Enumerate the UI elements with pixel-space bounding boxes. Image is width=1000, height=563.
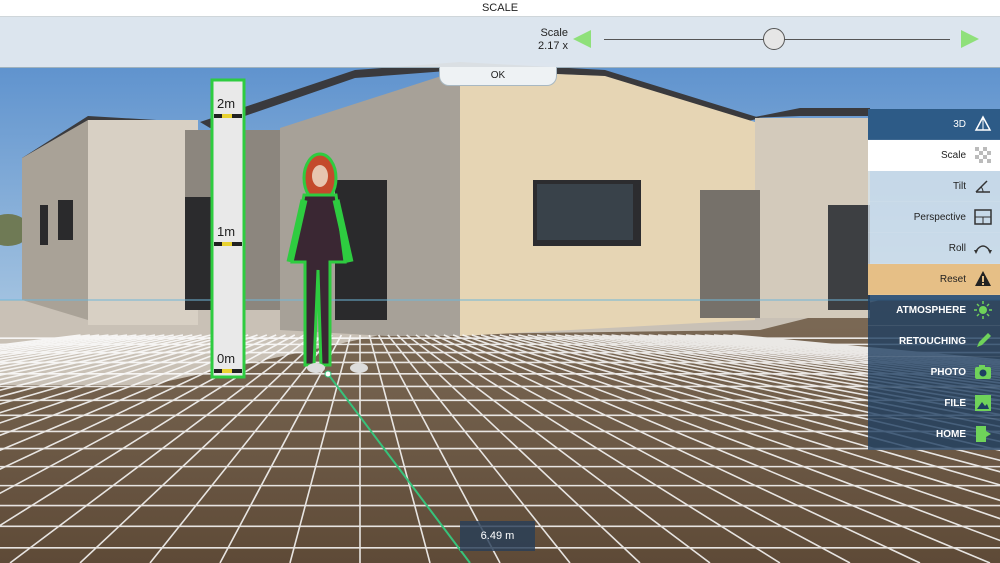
tool-tilt[interactable]: Tilt (868, 171, 1000, 202)
scale-label: Scale (540, 27, 568, 39)
pole-mark-2m: 2m (217, 96, 236, 111)
menu-home[interactable]: HOME (868, 419, 1000, 450)
camera-icon (974, 363, 992, 381)
pole-mark-1m: 1m (217, 224, 236, 239)
pole-mark-0m: 0m (217, 351, 236, 366)
menu-atmosphere[interactable]: ATMOSPHERE (868, 295, 1000, 326)
menu-label: RETOUCHING (898, 335, 966, 347)
tool-label: Tilt (953, 180, 966, 192)
mode-title-bar: SCALE (0, 0, 1000, 17)
tool-label: Scale (940, 149, 966, 161)
3d-axes-icon (974, 115, 992, 133)
tool-reset[interactable]: Reset (868, 264, 1000, 295)
page-title: SCALE (481, 2, 519, 14)
warning-icon (974, 270, 992, 288)
triangle-left-icon[interactable] (573, 30, 591, 48)
menu-label: FILE (944, 397, 966, 409)
triangle-right-icon[interactable] (961, 30, 979, 48)
roll-icon (974, 239, 992, 257)
tool-perspective[interactable]: Perspective (868, 202, 1000, 233)
tool-roll[interactable]: Roll (868, 233, 1000, 264)
ok-button[interactable]: OK (439, 67, 557, 86)
tool-scale[interactable]: Scale (868, 140, 1000, 171)
scale-control-bar: Scale 2.17 x (0, 17, 1000, 68)
distance-readout: 6.49 m (460, 521, 535, 551)
scale-checker-icon (974, 146, 992, 164)
tool-label: Perspective (913, 211, 966, 223)
tool-3d[interactable]: 3D (868, 109, 1000, 140)
menu-label: HOME (936, 428, 966, 440)
tilt-icon (974, 177, 992, 195)
menu-label: ATMOSPHERE (896, 304, 966, 316)
scale-slider-handle[interactable] (762, 28, 785, 50)
sun-icon (974, 301, 992, 319)
tool-panel: 3D Scale Tilt Perspective Roll Reset ATM… (868, 109, 1000, 450)
menu-photo[interactable]: PHOTO (868, 357, 1000, 388)
door-exit-icon (974, 425, 992, 443)
tool-label: Reset (939, 273, 966, 285)
image-file-icon (974, 394, 992, 412)
scale-value: 2.17 x (538, 40, 568, 52)
menu-file[interactable]: FILE (868, 388, 1000, 419)
menu-retouching[interactable]: RETOUCHING (868, 326, 1000, 357)
tool-label: Roll (948, 242, 966, 254)
scale-readout: Scale 2.17 x (528, 27, 568, 53)
pencil-icon (974, 332, 992, 350)
tool-label: 3D (953, 118, 966, 130)
menu-label: PHOTO (930, 366, 966, 378)
perspective-grid-icon (974, 208, 992, 226)
